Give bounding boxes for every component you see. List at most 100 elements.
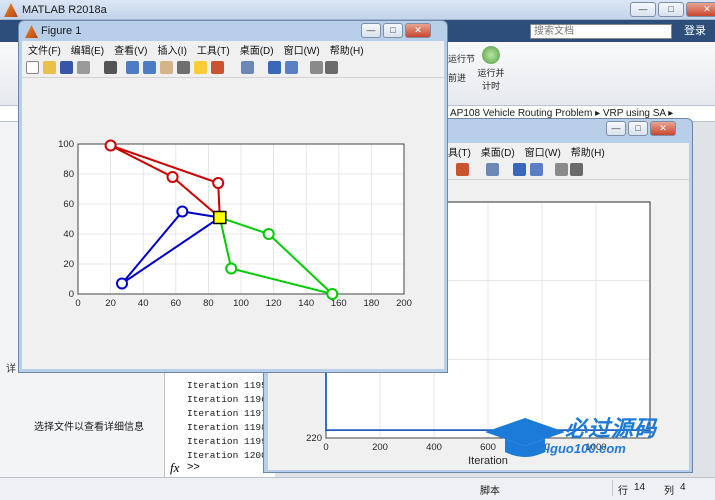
x-tick-label: 200 [372, 442, 388, 453]
minimize-icon[interactable]: — [630, 2, 656, 17]
stopwatch-icon [482, 46, 500, 64]
menu-help[interactable]: 帮助(H) [330, 42, 364, 57]
search-documentation-input[interactable]: 搜索文档 [530, 24, 672, 39]
legend-icon[interactable] [530, 163, 543, 176]
run-section-button[interactable]: 运行节 [448, 52, 475, 65]
watermark-url: Biguo100.com [537, 441, 626, 456]
figure-1-toolbar [22, 58, 444, 78]
colorbar-icon[interactable] [513, 163, 526, 176]
menu-edit[interactable]: 编辑(E) [71, 42, 104, 57]
menu-tools[interactable]: 工具(T) [197, 42, 230, 57]
matlab-logo-icon [4, 3, 18, 17]
new-figure-icon[interactable] [26, 61, 39, 74]
customer-marker [116, 277, 129, 290]
data-cursor-icon[interactable] [194, 61, 207, 74]
x-tick-label: 200 [396, 298, 412, 309]
menu-window[interactable]: 窗口(W) [525, 144, 561, 159]
x-tick-label: 100 [233, 298, 249, 309]
maximize-icon[interactable]: □ [658, 2, 684, 17]
watermark-title: 必过源码 [565, 416, 658, 441]
y-tick-label: 80 [63, 169, 74, 180]
customer-marker [326, 288, 339, 300]
zoom-in-icon[interactable] [126, 61, 139, 74]
maximize-icon[interactable]: □ [383, 23, 403, 38]
x-tick-label: 60 [171, 298, 182, 309]
menu-help[interactable]: 帮助(H) [571, 144, 605, 159]
advance-button[interactable]: 前进 [448, 71, 466, 84]
customer-marker [262, 228, 275, 240]
command-output-line: Iteration 1195: [187, 380, 273, 391]
figure-2-window-controls: — □ ✕ [606, 121, 676, 136]
menu-desktop[interactable]: 桌面(D) [481, 144, 515, 159]
open-file-icon[interactable] [43, 61, 56, 74]
close-icon[interactable]: ✕ [686, 2, 715, 17]
close-icon[interactable]: ✕ [405, 23, 431, 38]
brush-icon[interactable] [456, 163, 469, 176]
x-tick-label: 180 [363, 298, 379, 309]
close-icon[interactable]: ✕ [650, 121, 676, 136]
main-window-controls: — □ ✕ [630, 2, 715, 17]
print-icon[interactable] [77, 61, 90, 74]
menu-view[interactable]: 查看(V) [114, 42, 147, 57]
minimize-icon[interactable]: — [606, 121, 626, 136]
y-tick-label: 20 [63, 259, 74, 270]
command-prompt[interactable]: >> [187, 461, 200, 473]
command-output-line: Iteration 1200: [187, 450, 273, 461]
command-output-line: Iteration 1196: [187, 394, 273, 405]
menu-desktop[interactable]: 桌面(D) [240, 42, 274, 57]
column-number: 4 [680, 482, 686, 493]
customer-marker [225, 262, 238, 275]
menu-tools[interactable]: 具(T) [448, 144, 471, 159]
customer-marker [176, 205, 189, 218]
figure-icon [25, 25, 38, 38]
run-section-label: 运行节 [448, 54, 476, 64]
menu-insert[interactable]: 插入(I) [157, 42, 186, 57]
link-plot-icon[interactable] [241, 61, 254, 74]
column-label: 列 [664, 486, 674, 497]
command-output-line: Iteration 1197: [187, 408, 273, 419]
link-plot-icon[interactable] [486, 163, 499, 176]
details-placeholder-text: 选择文件以查看详细信息 [34, 422, 144, 433]
function-browser-icon[interactable]: fx [170, 460, 179, 476]
hide-plot-tools-icon[interactable] [555, 163, 568, 176]
command-output-line: Iteration 1199: [187, 436, 273, 447]
login-button[interactable]: 登录 [678, 22, 712, 40]
legend-icon[interactable] [285, 61, 298, 74]
line-label: 行 [618, 486, 628, 497]
details-panel-header: 详 [6, 364, 16, 375]
menu-window[interactable]: 窗口(W) [284, 42, 320, 57]
x-tick-label: 0 [75, 298, 80, 309]
customer-marker [104, 139, 117, 152]
y-tick-label: 100 [58, 139, 74, 150]
hide-plot-tools-icon[interactable] [310, 61, 323, 74]
show-plot-tools-icon[interactable] [325, 61, 338, 74]
x-tick-label: 0 [323, 442, 328, 453]
pan-icon[interactable] [160, 61, 173, 74]
file-type-label: 脚本 [480, 486, 500, 497]
x-tick-label: 20 [105, 298, 116, 309]
depot-marker [213, 210, 227, 225]
save-icon[interactable] [60, 61, 73, 74]
status-divider [612, 480, 613, 496]
y-tick-label: 40 [63, 229, 74, 240]
x-tick-label: 400 [426, 442, 442, 453]
rotate-3d-icon[interactable] [177, 61, 190, 74]
advance-label: 前进 [448, 73, 467, 83]
status-bar [0, 477, 715, 500]
vehicle-route-plot: 0 20 40 60 80 100 120 140 160 180 200020406080100 [58, 139, 412, 309]
figure-1-title: Figure 1 [41, 25, 82, 37]
y-tick-label: 220 [306, 433, 322, 444]
menu-file[interactable]: 文件(F) [28, 42, 61, 57]
show-plot-tools-icon[interactable] [570, 163, 583, 176]
minimize-icon[interactable]: — [361, 23, 381, 38]
run-and-time-button[interactable]: 运行并 计时 [476, 46, 506, 92]
zoom-out-icon[interactable] [143, 61, 156, 74]
x-tick-label: 80 [203, 298, 214, 309]
edit-plot-icon[interactable] [104, 61, 117, 74]
colorbar-icon[interactable] [268, 61, 281, 74]
x-tick-label: 140 [298, 298, 314, 309]
maximize-icon[interactable]: □ [628, 121, 648, 136]
brush-icon[interactable] [211, 61, 224, 74]
y-tick-label: 60 [63, 199, 74, 210]
y-tick-label: 0 [69, 289, 74, 300]
